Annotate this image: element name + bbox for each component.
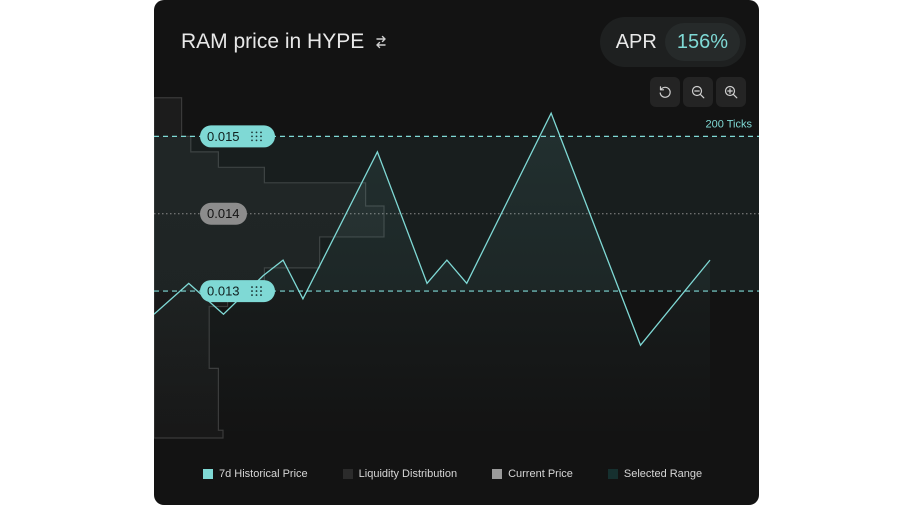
legend-swatch-liquidity [342, 469, 353, 479]
apr-value: 156% [664, 23, 740, 61]
drag-handle-dot [251, 290, 253, 292]
legend-item-historical: 7d Historical Price [203, 468, 308, 480]
drag-handle-dot [251, 139, 253, 142]
legend-label: Current Price [508, 468, 573, 480]
apr-label: APR [615, 30, 657, 53]
drag-handle-dot [260, 294, 262, 296]
lower-bound-handle[interactable]: 0.013 [200, 280, 275, 303]
drag-handle-dot [251, 135, 253, 138]
range-ticks-label: 200 Ticks [706, 118, 753, 130]
drag-handle-dot [260, 286, 262, 288]
zoom-in-icon [724, 85, 738, 99]
zoom-out-button[interactable] [683, 77, 713, 107]
reset-icon [659, 86, 671, 98]
drag-handle-dot [251, 294, 253, 296]
legend-item-selected-range: Selected Range [607, 468, 703, 480]
legend-label: Liquidity Distribution [358, 468, 458, 480]
drag-handle-dot [255, 131, 258, 134]
apr-badge: APR 156% [599, 17, 746, 67]
legend-swatch-current-price [492, 469, 503, 479]
upper-bound-handle-text: 0.015 [207, 129, 240, 144]
drag-handle-dot [260, 139, 262, 142]
legend-item-liquidity: Liquidity Distribution [342, 468, 458, 480]
legend-label: Selected Range [623, 468, 703, 480]
drag-handle-dot [260, 131, 262, 134]
reset-zoom-button[interactable] [650, 77, 680, 107]
legend-swatch-historical [203, 469, 213, 479]
chart-title: RAM price in HYPE [181, 28, 388, 56]
price-chart-card: 0.015 0.014 0.013 200 Ticks RAM price in HY… [154, 0, 759, 505]
zoom-in-button[interactable] [716, 77, 746, 107]
drag-handle-dot [255, 294, 258, 296]
zoom-out-icon [691, 85, 705, 99]
lower-bound-handle-text: 0.013 [207, 284, 240, 299]
current-price-tag: 0.014 [200, 202, 247, 225]
drag-handle-dot [255, 135, 258, 138]
drag-handle-dot [251, 131, 253, 134]
upper-bound-handle[interactable]: 0.015 [200, 125, 275, 148]
drag-handle-dot [251, 286, 253, 288]
price-chart[interactable]: 0.015 0.014 0.013 200 Ticks [154, 0, 759, 505]
drag-handle-dot [255, 290, 258, 292]
legend-label: 7d Historical Price [219, 468, 308, 480]
drag-handle-dot [255, 286, 258, 288]
legend-swatch-selected-range [607, 469, 618, 479]
drag-handle-dot [255, 139, 258, 142]
drag-handle-dot [260, 290, 262, 292]
swap-direction-icon[interactable] [374, 35, 388, 49]
chart-title-text: RAM price in HYPE [181, 30, 365, 53]
drag-handle-dot [260, 135, 262, 138]
chart-toolbar [650, 77, 746, 107]
chart-legend: 7d Historical Price Liquidity Distributi… [203, 468, 702, 480]
current-price-tag-text: 0.014 [207, 206, 240, 221]
legend-item-current-price: Current Price [492, 468, 573, 480]
